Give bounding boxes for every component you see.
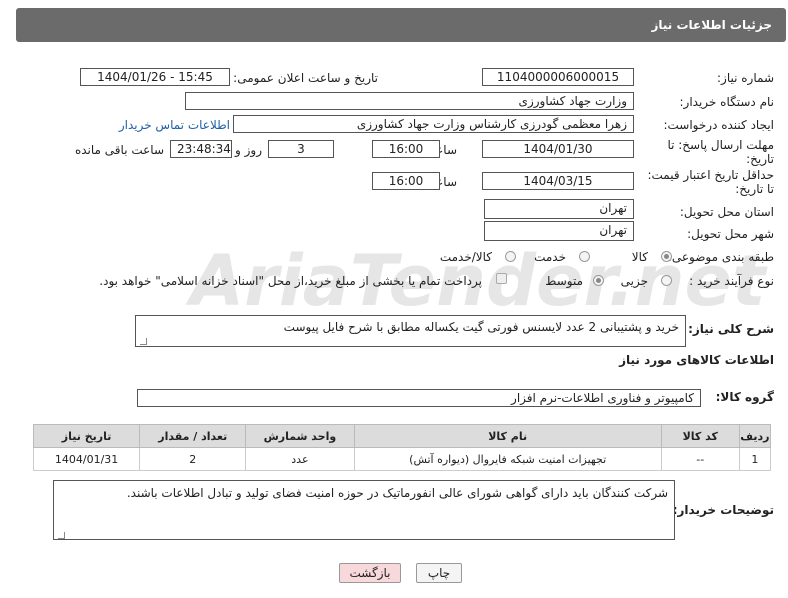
col-code: کد کالا	[660, 424, 740, 448]
reply-time-field: 16:00	[372, 140, 440, 158]
category-radio-both[interactable]	[505, 251, 516, 262]
process-radio-minor[interactable]	[661, 275, 672, 286]
notes-resize-handle[interactable]	[58, 532, 65, 539]
items-table: ردیف کد کالا نام کالا واحد شمارش تعداد /…	[32, 424, 772, 471]
category-radio-goods[interactable]	[661, 251, 672, 262]
buyer-notes-field: شرکت کنندگان باید دارای گواهی شورای عالی…	[53, 480, 675, 540]
description-label: شرح کلی نیاز:	[688, 322, 774, 336]
col-unit: واحد شمارش	[245, 424, 355, 448]
cell-name: تجهیزات امنیت شبکه فایروال (دیواره آتش)	[353, 447, 662, 471]
process-option-minor: جزیی	[620, 274, 648, 288]
need-number-label: شماره نیاز:	[717, 71, 774, 85]
days-field: 3	[268, 140, 334, 158]
payment-note: پرداخت تمام یا بخشی از مبلغ خرید،از محل …	[99, 274, 482, 288]
payment-treasury-checkbox[interactable]	[496, 273, 507, 284]
announce-label: تاریخ و ساعت اعلان عمومی:	[233, 71, 378, 85]
buyer-org-field: وزارت جهاد کشاورزی	[185, 92, 634, 110]
table-header-row: ردیف کد کالا نام کالا واحد شمارش تعداد /…	[32, 424, 772, 448]
need-number-field: 1104000006000015	[482, 68, 634, 86]
page-header: جزئیات اطلاعات نیاز	[16, 8, 786, 42]
category-option-service: خدمت	[534, 250, 566, 264]
validity-date-field: 1404/03/15	[482, 172, 634, 190]
city-label: شهر محل تحویل:	[687, 227, 774, 241]
category-option-both: کالا/خدمت	[439, 250, 492, 264]
description-resize-handle[interactable]	[140, 338, 147, 345]
goods-info-title: اطلاعات کالاهای مورد نیاز	[619, 353, 774, 367]
category-radio-service[interactable]	[579, 251, 590, 262]
col-need-date: تاریخ نیاز	[32, 424, 141, 448]
goods-group-field: کامپیوتر و فناوری اطلاعات-نرم افزار	[137, 389, 701, 407]
goods-group-label: گروه کالا:	[715, 390, 774, 404]
cell-unit: عدد	[245, 447, 355, 471]
creator-field: زهرا معظمی گودرزی کارشناس وزارت جهاد کشا…	[233, 115, 634, 133]
print-button[interactable]: چاپ	[416, 563, 462, 583]
days-label: روز و	[235, 143, 262, 157]
validity-time-field: 16:00	[372, 172, 440, 190]
process-label: نوع فرآیند خرید :	[689, 274, 774, 288]
reply-date-field: 1404/01/30	[482, 140, 634, 158]
page-title: جزئیات اطلاعات نیاز	[651, 18, 772, 32]
category-label: طبقه بندی موضوعی:	[667, 250, 774, 264]
process-radio-medium[interactable]	[593, 275, 604, 286]
province-label: استان محل تحویل:	[679, 205, 774, 219]
city-field: تهران	[484, 221, 634, 241]
province-field: تهران	[484, 199, 634, 219]
announce-field: 1404/01/26 - 15:45	[80, 68, 230, 86]
price-validity-label-date: تا تاریخ:	[735, 182, 774, 196]
table-row: 1 -- تجهیزات امنیت شبکه فایروال (دیواره …	[32, 447, 772, 471]
cell-row: 1	[738, 447, 772, 471]
buyer-contact-link[interactable]: اطلاعات تماس خریدار	[119, 118, 230, 132]
buyer-org-label: نام دستگاه خریدار:	[679, 95, 775, 109]
col-row: ردیف	[738, 424, 772, 448]
category-option-goods: کالا	[631, 250, 648, 264]
process-option-medium: متوسط	[545, 274, 583, 288]
cell-quantity: 2	[139, 447, 247, 471]
reply-deadline-label: مهلت ارسال پاسخ: تا	[667, 138, 774, 152]
back-button[interactable]: بازگشت	[339, 563, 401, 583]
cell-code: --	[660, 447, 740, 471]
remaining-label: ساعت باقی مانده	[74, 143, 164, 157]
description-field: خرید و پشتیبانی 2 عدد لایسنس فورتی گیت ی…	[135, 315, 686, 347]
creator-label: ایجاد کننده درخواست:	[663, 118, 774, 132]
buyer-notes-label: توضیحات خریدار:	[672, 503, 774, 517]
cell-need-date: 1404/01/31	[32, 447, 141, 471]
price-validity-label: حداقل تاریخ اعتبار قیمت:	[647, 168, 774, 182]
reply-deadline-label-date: تاریخ:	[746, 152, 774, 166]
remaining-time-field: 23:48:34	[170, 140, 232, 158]
col-quantity: تعداد / مقدار	[139, 424, 247, 448]
col-name: نام کالا	[353, 424, 662, 448]
